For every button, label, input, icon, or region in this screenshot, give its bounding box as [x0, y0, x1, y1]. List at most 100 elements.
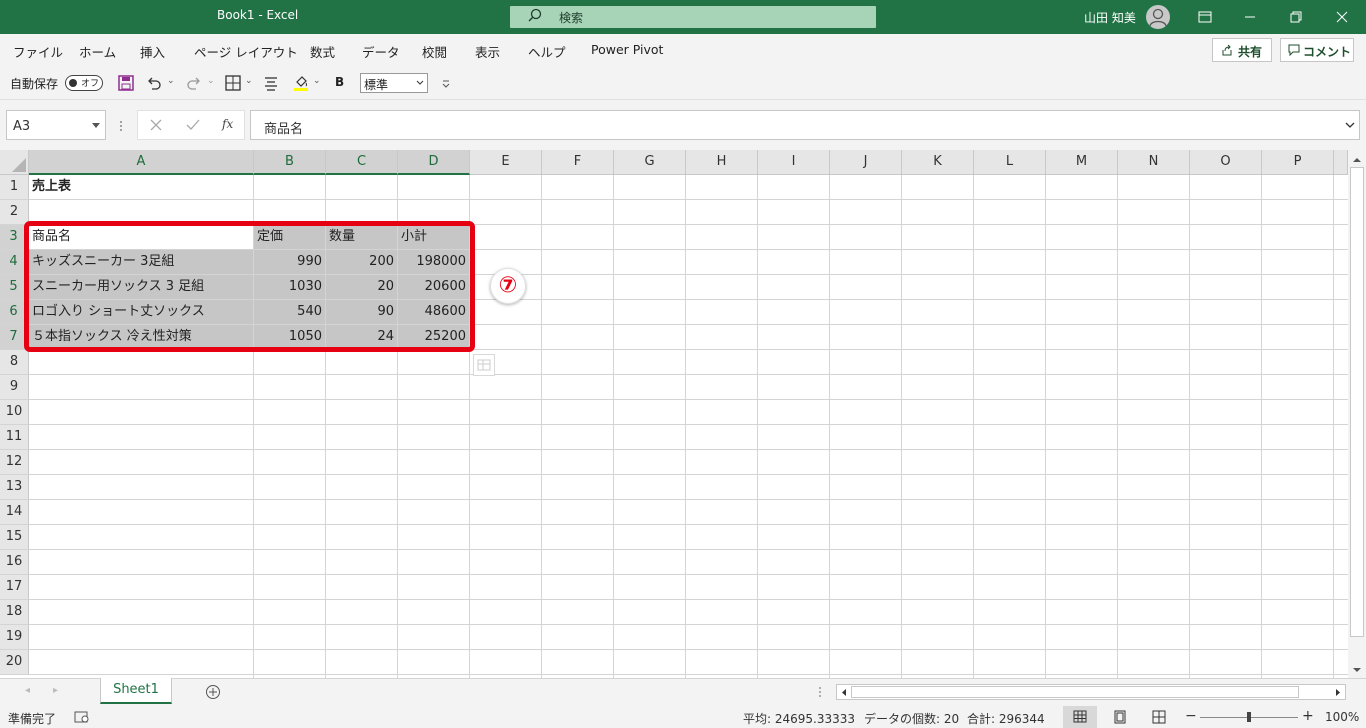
menu-help[interactable]: ヘルプ	[528, 42, 566, 61]
row-header-10[interactable]: 10	[0, 400, 29, 425]
menu-formulas[interactable]: 数式	[310, 42, 335, 61]
autosave-toggle[interactable]: オフ	[65, 75, 103, 91]
restore-icon[interactable]	[1287, 8, 1305, 26]
vertical-scrollbar[interactable]	[1348, 150, 1366, 678]
column-header-I[interactable]: I	[758, 150, 830, 175]
column-header-B[interactable]: B	[254, 150, 326, 175]
expand-formula-icon[interactable]	[1345, 122, 1355, 129]
search-box[interactable]: 検索	[510, 6, 876, 28]
row-header-18[interactable]: 18	[0, 600, 29, 625]
sheet-tab-bar: ◂ ▸ Sheet1	[0, 678, 1366, 706]
menu-page-layout[interactable]: ページ レイアウト	[194, 42, 298, 61]
scroll-left-icon[interactable]	[840, 688, 848, 697]
column-header-N[interactable]: N	[1118, 150, 1190, 175]
menu-insert[interactable]: 挿入	[140, 42, 165, 61]
bold-button[interactable]: B	[335, 75, 344, 89]
menu-home[interactable]: ホーム	[79, 42, 116, 61]
fill-color-dropdown-icon[interactable]: ⌄	[313, 76, 321, 86]
formula-input[interactable]: 商品名	[250, 110, 1360, 140]
borders-icon[interactable]	[224, 74, 242, 92]
column-header-G[interactable]: G	[614, 150, 686, 175]
insert-function-icon[interactable]: fx	[222, 117, 233, 131]
column-header-F[interactable]: F	[542, 150, 614, 175]
column-header-L[interactable]: L	[974, 150, 1046, 175]
redo-dropdown-icon[interactable]: ⌄	[207, 76, 215, 86]
scroll-right-icon[interactable]	[1334, 688, 1342, 697]
borders-dropdown-icon[interactable]: ⌄	[245, 76, 253, 86]
minimize-icon[interactable]	[1241, 8, 1259, 26]
row-header-16[interactable]: 16	[0, 550, 29, 575]
redo-icon[interactable]	[185, 74, 203, 92]
fill-color-icon[interactable]	[292, 74, 310, 92]
worksheet-grid: A B C D E F G H I J K L M N O P 1 2 3 4 …	[0, 150, 1366, 678]
ribbon-display-icon[interactable]	[1196, 8, 1214, 26]
normal-view-button[interactable]	[1063, 706, 1097, 728]
row-header-15[interactable]: 15	[0, 525, 29, 550]
page-break-view-icon[interactable]	[1152, 710, 1166, 724]
comment-button[interactable]: コメント	[1280, 38, 1354, 62]
zoom-slider-thumb[interactable]	[1247, 712, 1251, 722]
status-average[interactable]: 平均: 24695.33333	[743, 710, 855, 727]
column-header-O[interactable]: O	[1190, 150, 1262, 175]
column-header-E[interactable]: E	[470, 150, 542, 175]
undo-icon[interactable]	[145, 74, 163, 92]
avatar[interactable]	[1146, 5, 1170, 29]
menu-review[interactable]: 校閲	[422, 42, 447, 61]
splitter-icon[interactable]	[818, 686, 822, 698]
align-center-icon[interactable]	[262, 74, 280, 92]
column-header-J[interactable]: J	[830, 150, 902, 175]
scroll-up-icon[interactable]	[1351, 156, 1363, 164]
hscroll-thumb[interactable]	[851, 686, 1299, 698]
row-header-17[interactable]: 17	[0, 575, 29, 600]
step-number-badge: ⑦	[490, 268, 526, 304]
scroll-thumb[interactable]	[1350, 167, 1364, 637]
cancel-icon[interactable]	[150, 119, 162, 131]
row-header-12[interactable]: 12	[0, 450, 29, 475]
customize-qat-icon[interactable]	[437, 74, 455, 92]
row-header-8[interactable]: 8	[0, 350, 29, 375]
cell-A1[interactable]: 売上表	[29, 175, 254, 200]
close-icon[interactable]	[1333, 8, 1351, 26]
row-header-20[interactable]: 20	[0, 650, 29, 675]
quick-analysis-button[interactable]	[473, 354, 495, 376]
menu-file[interactable]: ファイル	[13, 42, 63, 61]
column-header-D[interactable]: D	[398, 150, 470, 175]
add-sheet-icon[interactable]	[205, 684, 221, 700]
number-format-select[interactable]: 標準	[360, 73, 428, 93]
column-header-P[interactable]: P	[1262, 150, 1334, 175]
enter-icon[interactable]	[186, 119, 200, 131]
page-layout-view-icon[interactable]	[1113, 710, 1127, 724]
menu-view[interactable]: 表示	[475, 42, 500, 61]
column-header-K[interactable]: K	[902, 150, 974, 175]
zoom-in-button[interactable]: +	[1302, 708, 1314, 724]
row-header-14[interactable]: 14	[0, 500, 29, 525]
row-header-9[interactable]: 9	[0, 375, 29, 400]
tab-prev-icon[interactable]: ◂	[25, 685, 30, 696]
status-count[interactable]: データの個数: 20	[864, 710, 959, 727]
accessibility-icon[interactable]	[74, 711, 90, 724]
column-header-M[interactable]: M	[1046, 150, 1118, 175]
tab-sheet1[interactable]: Sheet1	[100, 678, 172, 704]
menu-power-pivot[interactable]: Power Pivot	[591, 42, 663, 57]
tab-next-icon[interactable]: ▸	[53, 685, 58, 696]
menu-data[interactable]: データ	[362, 42, 400, 61]
column-header-A[interactable]: A	[29, 150, 254, 175]
zoom-level[interactable]: 100%	[1325, 710, 1359, 724]
row-header-13[interactable]: 13	[0, 475, 29, 500]
zoom-out-button[interactable]: −	[1185, 708, 1197, 724]
name-box[interactable]: A3	[6, 110, 106, 140]
status-sum[interactable]: 合計: 296344	[967, 710, 1045, 727]
column-header-H[interactable]: H	[686, 150, 758, 175]
share-button[interactable]: 共有	[1212, 38, 1272, 62]
scroll-down-icon[interactable]	[1351, 666, 1363, 674]
row-header-19[interactable]: 19	[0, 625, 29, 650]
select-all-button[interactable]	[0, 150, 29, 175]
row-header-1[interactable]: 1	[0, 175, 29, 200]
undo-dropdown-icon[interactable]: ⌄	[167, 76, 175, 86]
row-header-2[interactable]: 2	[0, 200, 29, 225]
horizontal-scrollbar[interactable]	[836, 684, 1346, 700]
column-header-C[interactable]: C	[326, 150, 398, 175]
user-name[interactable]: 山田 知美	[1084, 9, 1136, 26]
row-header-11[interactable]: 11	[0, 425, 29, 450]
save-icon[interactable]	[117, 74, 135, 92]
